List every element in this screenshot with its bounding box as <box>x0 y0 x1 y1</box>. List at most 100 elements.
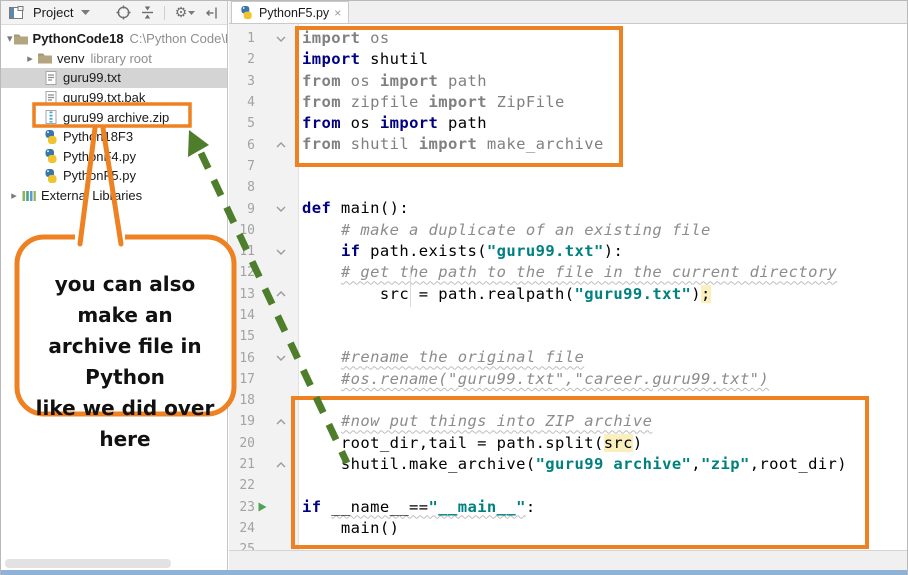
code-token: "__main__" <box>429 498 526 516</box>
fold-up-icon[interactable] <box>270 142 292 148</box>
chevron-right-icon[interactable]: ▸ <box>23 52 37 65</box>
code-token: import <box>302 50 360 68</box>
gutter-line: 4 <box>229 92 298 113</box>
code-token: import <box>380 114 438 132</box>
code-token: "guru99.txt" <box>575 285 692 303</box>
line-number: 11 <box>229 244 255 259</box>
code-token: "zip" <box>701 455 750 473</box>
gutter-line: 6 <box>229 134 298 155</box>
fold-down-icon[interactable] <box>270 249 292 255</box>
tree-item-guru99-archive-zip[interactable]: guru99 archive.zip <box>1 107 227 127</box>
code-token: from <box>302 114 341 132</box>
code-token: ,root_dir) <box>750 455 847 473</box>
code-token <box>302 221 341 239</box>
line-number: 10 <box>229 223 255 238</box>
tree-item-pythoncode18[interactable]: ▾PythonCode18C:\Python Code\Py <box>1 29 227 49</box>
line-number: 25 <box>229 542 255 550</box>
chevron-down-icon[interactable] <box>79 4 91 22</box>
tree-item-pythonf5-py[interactable]: PythonF5.py <box>1 166 227 186</box>
code-token: if <box>341 242 360 260</box>
locate-target-icon[interactable] <box>114 4 132 22</box>
tree-item-sublabel: C:\Python Code\Py <box>130 31 227 46</box>
code-line-24: main() <box>302 518 907 539</box>
code-token: path <box>438 72 487 90</box>
gutter-line: 8 <box>229 177 298 198</box>
tree-item-label: guru99.txt <box>63 70 121 85</box>
fold-down-icon[interactable] <box>270 355 292 361</box>
code-token: main() <box>302 519 399 537</box>
zip-file-icon <box>43 109 59 125</box>
tree-item-pythonf4-py[interactable]: PythonF4.py <box>1 147 227 167</box>
line-number: 19 <box>229 414 255 429</box>
gutter-line: 21 <box>229 454 298 475</box>
code-line-2: import shutil <box>302 49 907 70</box>
code-area[interactable]: import osimport shutilfrom os import pat… <box>299 24 907 550</box>
fold-up-icon[interactable] <box>270 291 292 297</box>
line-number: 12 <box>229 265 255 280</box>
pycharm-window: Project ⚙ ▾PythonCode18C:\Python Code\Py… <box>0 0 908 575</box>
close-icon[interactable]: × <box>334 7 341 19</box>
code-line-20: root_dir,tail = path.split(src) <box>302 433 907 454</box>
python-file-icon <box>43 148 59 164</box>
fold-down-icon[interactable] <box>270 206 292 212</box>
code-line-18 <box>302 390 907 411</box>
tree-item-guru99-txt[interactable]: guru99.txt <box>1 68 227 88</box>
code-token: src <box>604 434 633 452</box>
code-token: # make a duplicate of an existing file <box>341 221 711 239</box>
code-token: from <box>302 72 341 90</box>
code-token: #rename the original file <box>341 348 584 366</box>
code-token <box>321 498 331 516</box>
tree-item-venv[interactable]: ▸venvlibrary root <box>1 49 227 69</box>
code-token: path.exists( <box>360 242 487 260</box>
code-line-23: if __name__=="__main__": <box>302 497 907 518</box>
project-panel-header: Project ⚙ <box>1 1 227 25</box>
gutter-line: 17 <box>229 369 298 390</box>
code-token: shutil <box>360 50 428 68</box>
code-token: shutil <box>341 135 419 153</box>
code-token: # get the path to the file in the curren… <box>341 263 837 281</box>
tree-item-sublabel: library root <box>90 51 151 66</box>
code-token: make_archive <box>477 135 604 153</box>
line-number: 3 <box>229 74 255 89</box>
settings-gear-icon[interactable]: ⚙ <box>173 4 197 22</box>
tree-item-external-libraries[interactable]: ▸External Libraries <box>1 186 227 206</box>
project-panel: Project ⚙ ▾PythonCode18C:\Python Code\Py… <box>1 1 228 571</box>
hide-panel-icon[interactable] <box>203 4 221 22</box>
tree-item-python18f3[interactable]: Python18F3 <box>1 127 227 147</box>
gutter-line: 1 <box>229 28 298 49</box>
tree-item-label: PythonF4.py <box>63 149 136 164</box>
window-bottom-edge <box>1 570 907 575</box>
gutter-line: 19 <box>229 411 298 432</box>
gutter-line: 23 <box>229 497 298 518</box>
horizontal-scrollbar[interactable] <box>5 559 171 568</box>
external-libraries-icon <box>21 188 37 204</box>
gutter-line: 20 <box>229 433 298 454</box>
tree-item-guru99-txt-bak[interactable]: guru99.txt.bak <box>1 88 227 108</box>
gutter-line: 9 <box>229 198 298 219</box>
fold-up-icon[interactable] <box>270 462 292 468</box>
fold-down-icon[interactable] <box>270 36 292 42</box>
folder-icon <box>13 31 29 47</box>
editor-tab-bar: PythonF5.py × <box>229 1 907 24</box>
gutter-line: 24 <box>229 518 298 539</box>
code-token: import <box>429 93 487 111</box>
line-number: 20 <box>229 436 255 451</box>
line-number: 16 <box>229 351 255 366</box>
code-token: shutil.make_archive( <box>302 455 536 473</box>
tab-pythonf5[interactable]: PythonF5.py × <box>231 1 349 23</box>
run-icon[interactable] <box>255 502 270 512</box>
collapse-all-icon[interactable] <box>138 4 156 22</box>
code-token: def <box>302 199 331 217</box>
gutter-line: 18 <box>229 390 298 411</box>
chevron-right-icon[interactable]: ▸ <box>7 189 21 202</box>
code-line-13: src = path.realpath("guru99.txt"); <box>302 284 907 305</box>
fold-up-icon[interactable] <box>270 419 292 425</box>
line-number: 2 <box>229 52 255 67</box>
code-line-9: def main(): <box>302 198 907 219</box>
code-token: ): <box>604 242 623 260</box>
code-token: path <box>438 114 487 132</box>
code-token: #now put things into ZIP archive <box>341 412 652 430</box>
code-line-4: from zipfile import ZipFile <box>302 92 907 113</box>
code-line-22 <box>302 475 907 496</box>
code-token: import <box>419 135 477 153</box>
